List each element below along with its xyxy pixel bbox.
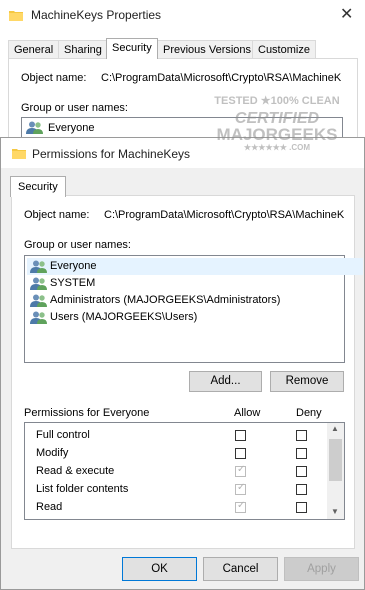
deny-checkbox[interactable]	[296, 466, 307, 477]
tab-sharing[interactable]: Sharing	[58, 40, 108, 59]
deny-checkbox[interactable]	[296, 502, 307, 513]
deny-header: Deny	[296, 407, 322, 419]
watermark-line-2: CERTIFIED	[234, 110, 320, 127]
watermark-line-3: MAJORGEEKS	[216, 125, 338, 144]
permission-name: Full control	[36, 429, 90, 441]
add-button[interactable]: Add...	[189, 371, 262, 392]
permission-row: Read & execute ✓	[25, 463, 325, 481]
checkmark-icon: ✓	[237, 500, 246, 511]
window-title: MachineKeys Properties	[31, 8, 162, 22]
tab-security[interactable]: Security	[10, 176, 66, 197]
deny-checkbox[interactable]	[296, 448, 307, 459]
permission-row: Read ✓	[25, 499, 325, 517]
tab-previous-versions[interactable]: Previous Versions	[157, 40, 258, 59]
scroll-down-icon[interactable]: ▼	[331, 507, 339, 516]
permission-row: Full control	[25, 427, 325, 445]
dialog-title: Permissions for MachineKeys	[32, 147, 191, 161]
users-icon	[30, 277, 48, 290]
deny-checkbox[interactable]	[296, 484, 307, 495]
allow-checkbox[interactable]: ✓	[235, 500, 246, 513]
object-name-label: Object name:	[24, 209, 90, 221]
permissions-header: Permissions for Everyone	[24, 407, 150, 419]
allow-checkbox[interactable]	[235, 448, 246, 459]
list-item-everyone[interactable]: Everyone	[48, 122, 94, 134]
tab-general[interactable]: General	[8, 40, 60, 59]
tab-customize[interactable]: Customize	[252, 40, 316, 59]
users-icon	[26, 121, 44, 137]
list-item-administrators[interactable]: Administrators (MAJORGEEKS\Administrator…	[27, 292, 280, 309]
permissions-list: Full control Modify Read & execute ✓ List fo…	[24, 422, 345, 520]
user-name: Administrators (MAJORGEEKS\Administrator…	[50, 294, 281, 306]
deny-checkbox[interactable]	[296, 430, 307, 441]
properties-window: MachineKeys Properties ✕ General Sharing…	[0, 0, 365, 152]
folder-icon	[9, 9, 23, 24]
majorgeeks-watermark: TESTED ★100% CLEAN CERTIFIED MAJORGEEKS …	[207, 95, 347, 175]
object-name-value: C:\ProgramData\Microsoft\Crypto\RSA\Mach…	[104, 209, 345, 221]
tab-security[interactable]: Security	[106, 38, 158, 59]
security-tab-page: Object name: C:\ProgramData\Microsoft\Cr…	[11, 195, 363, 549]
apply-button[interactable]: Apply	[284, 557, 359, 581]
ok-button[interactable]: OK	[122, 557, 197, 581]
permissions-dialog: Permissions for MachineKeys Security Obj…	[0, 137, 365, 590]
checkmark-icon: ✓	[237, 464, 246, 475]
permission-name: Read	[36, 501, 63, 513]
user-name: SYSTEM	[50, 277, 96, 289]
permissions-scrollbar[interactable]: ▲ ▼	[327, 423, 344, 519]
object-name-value: C:\ProgramData\Microsoft\Crypto\RSA\Mach…	[101, 72, 342, 84]
checkmark-icon: ✓	[237, 482, 246, 493]
permission-row: Modify	[25, 445, 325, 463]
close-icon[interactable]: ✕	[340, 4, 353, 24]
permission-name: List folder contents	[36, 483, 129, 495]
user-name: Users (MAJORGEEKS\Users)	[50, 311, 198, 323]
user-listbox[interactable]: Everyone SYSTEM Administrators (MAJORGEE…	[24, 255, 363, 363]
object-name-label: Object name:	[21, 72, 87, 84]
remove-button[interactable]: Remove	[270, 371, 344, 392]
user-name: Everyone	[50, 260, 97, 272]
group-label: Group or user names:	[21, 102, 128, 114]
permission-name: Read & execute	[36, 465, 115, 477]
permission-row: List folder contents ✓	[25, 481, 325, 499]
permission-name: Modify	[36, 447, 69, 459]
users-icon	[30, 294, 48, 307]
users-icon	[30, 311, 48, 324]
scrollbar-thumb[interactable]	[329, 439, 342, 481]
allow-checkbox[interactable]	[235, 430, 246, 441]
folder-icon	[12, 147, 26, 162]
group-label: Group or user names:	[24, 239, 131, 251]
list-item-system[interactable]: SYSTEM	[27, 275, 95, 292]
list-item-everyone[interactable]: Everyone	[27, 258, 363, 275]
users-icon	[30, 260, 48, 273]
allow-checkbox[interactable]: ✓	[235, 482, 246, 495]
cancel-button[interactable]: Cancel	[203, 557, 278, 581]
list-item-users[interactable]: Users (MAJORGEEKS\Users)	[27, 309, 197, 326]
allow-checkbox[interactable]: ✓	[235, 464, 246, 477]
watermark-line-1: TESTED ★100% CLEAN	[214, 95, 340, 107]
scroll-up-icon[interactable]: ▲	[331, 424, 339, 433]
allow-header: Allow	[234, 407, 261, 419]
